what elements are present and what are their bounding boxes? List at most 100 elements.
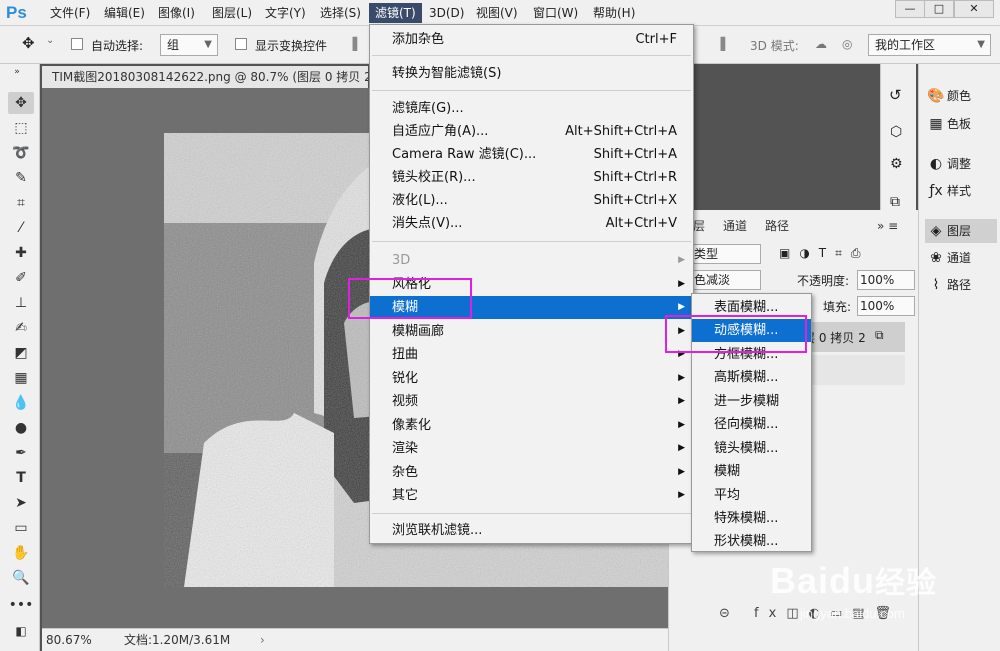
menu-edit[interactable]: 编辑(E) — [98, 3, 151, 23]
maximize-button[interactable]: □ — [924, 0, 954, 18]
document-tab[interactable]: TIM截图20180308142622.png @ 80.7% (图层 0 拷贝… — [42, 66, 368, 88]
zoom-level[interactable]: 80.67% — [46, 630, 92, 650]
tab-channels[interactable]: 通道 — [723, 214, 747, 238]
submenu-item-smart-blur[interactable]: 特殊模糊... — [692, 507, 811, 530]
history-icon[interactable]: ↺ — [889, 86, 902, 104]
opacity-input[interactable]: 100% — [857, 270, 915, 290]
workspace-value: 我的工作区 — [875, 38, 936, 52]
brush-tool-icon[interactable]: ✐ — [8, 267, 34, 289]
minimize-button[interactable]: — — [895, 0, 925, 18]
submenu-item-blur[interactable]: 模糊 — [692, 460, 811, 483]
layer-filter-icons[interactable]: ▣◑T⌗⎙ — [779, 246, 870, 261]
auto-select-checkbox[interactable] — [71, 38, 83, 50]
menu-item-browse-online-filters[interactable]: 浏览联机滤镜... — [370, 519, 693, 542]
clone-source-icon[interactable]: ⧉ — [890, 194, 900, 210]
panel-layers[interactable]: ◈ 图层 — [925, 219, 997, 243]
rectangle-tool-icon[interactable]: ▭ — [8, 517, 34, 539]
tab-layers[interactable]: 层 — [693, 214, 705, 238]
healing-tool-icon[interactable]: ✚ — [8, 242, 34, 264]
menu-item-pixelate[interactable]: 像素化 ▶ — [370, 414, 693, 437]
marquee-tool-icon[interactable]: ⬚ — [8, 117, 34, 139]
color-swatch-icon[interactable]: ◧ — [8, 620, 34, 642]
auto-select-dropdown[interactable]: 组 ▼ — [160, 34, 218, 56]
close-button[interactable]: ✕ — [954, 0, 994, 18]
quick-select-tool-icon[interactable]: ✎ — [8, 167, 34, 189]
chevron-right-icon[interactable]: › — [260, 630, 265, 650]
menu-window[interactable]: 窗口(W) — [527, 3, 584, 23]
menu-item-add-noise[interactable]: 添加杂色 Ctrl+F — [370, 28, 693, 51]
panel-styles[interactable]: ƒx 样式 — [925, 179, 997, 203]
blur-tool-icon[interactable]: 💧 — [8, 392, 34, 414]
menu-item-noise[interactable]: 杂色 ▶ — [370, 461, 693, 484]
tab-paths[interactable]: 路径 — [765, 214, 789, 238]
menu-file[interactable]: 文件(F) — [44, 3, 96, 23]
align-icon[interactable]: ▐ — [348, 37, 357, 51]
panel-color[interactable]: 🎨 颜色 — [925, 84, 997, 108]
collapse-icon[interactable]: » — [4, 66, 30, 78]
crop-tool-icon[interactable]: ⌗ — [8, 192, 34, 214]
menu-item-liquify[interactable]: 液化(L)... Shift+Ctrl+X — [370, 189, 693, 212]
blend-mode-dropdown[interactable]: 色减淡 — [691, 270, 761, 290]
3d-roll-icon[interactable]: ◎ — [842, 37, 852, 51]
show-transform-checkbox[interactable] — [235, 38, 247, 50]
menu-item-blur-gallery[interactable]: 模糊画廊 ▶ — [370, 320, 693, 343]
distribute-icon[interactable]: ▐ — [716, 37, 725, 51]
menu-item-vanishing-point[interactable]: 消失点(V)... Alt+Ctrl+V — [370, 212, 693, 235]
dodge-tool-icon[interactable]: ● — [8, 417, 34, 439]
layer-name[interactable]: 层 0 拷贝 2 — [803, 329, 866, 346]
submenu-item-lens-blur[interactable]: 镜头模糊... — [692, 437, 811, 460]
menu-item-render[interactable]: 渲染 ▶ — [370, 437, 693, 460]
history-brush-tool-icon[interactable]: ✍ — [8, 317, 34, 339]
menu-item-3d[interactable]: 3D ▶ — [370, 249, 693, 272]
gradient-tool-icon[interactable]: ▦ — [8, 367, 34, 389]
panel-paths[interactable]: ⌇ 路径 — [925, 273, 997, 297]
panel-adjustments-label: 调整 — [947, 157, 972, 171]
menu-item-camera-raw[interactable]: Camera Raw 滤镜(C)... Shift+Ctrl+A — [370, 143, 693, 166]
eraser-tool-icon[interactable]: ◩ — [8, 342, 34, 364]
menu-filter[interactable]: 滤镜(T) — [369, 3, 422, 23]
menu-select[interactable]: 选择(S) — [314, 3, 367, 23]
hand-tool-icon[interactable]: ✋ — [8, 542, 34, 564]
menu-item-filter-gallery[interactable]: 滤镜库(G)... — [370, 97, 693, 120]
chevron-down-icon[interactable]: ⌄ — [46, 35, 54, 46]
eyedropper-tool-icon[interactable]: ⁄ — [8, 217, 34, 239]
3d-icon[interactable]: ⬡ — [890, 124, 902, 140]
lasso-tool-icon[interactable]: ➰ — [8, 142, 34, 164]
menu-item-label: 视频 — [392, 394, 419, 409]
panel-channels[interactable]: ❀ 通道 — [925, 246, 997, 270]
highlight-box-motion-blur — [665, 315, 807, 353]
properties-icon[interactable]: ⚙ — [890, 156, 903, 172]
move-tool-icon[interactable]: ✥ — [8, 92, 34, 114]
menu-type[interactable]: 文字(Y) — [259, 3, 312, 23]
menu-view[interactable]: 视图(V) — [470, 3, 524, 23]
panel-swatches[interactable]: ▦ 色板 — [925, 112, 997, 136]
fill-input[interactable]: 100% — [857, 296, 915, 316]
menu-item-video[interactable]: 视频 ▶ — [370, 390, 693, 413]
submenu-item-average[interactable]: 平均 — [692, 484, 811, 507]
menu-item-convert-smart-filter[interactable]: 转换为智能滤镜(S) — [370, 62, 693, 85]
move-tool-icon[interactable]: ✥ — [22, 34, 35, 52]
menu-help[interactable]: 帮助(H) — [587, 3, 641, 23]
panel-adjustments[interactable]: ◐ 调整 — [925, 152, 997, 176]
menu-image[interactable]: 图像(I) — [152, 3, 201, 23]
menu-item-adaptive-wide-angle[interactable]: 自适应广角(A)... Alt+Shift+Ctrl+A — [370, 120, 693, 143]
menu-3d[interactable]: 3D(D) — [423, 3, 470, 23]
menu-item-sharpen[interactable]: 锐化 ▶ — [370, 367, 693, 390]
panel-menu-icon[interactable]: » ≡ — [877, 214, 898, 238]
3d-orbit-icon[interactable]: ☁ — [815, 37, 827, 51]
layer-filter-dropdown[interactable]: 类型 — [691, 244, 761, 264]
submenu-item-gaussian-blur[interactable]: 高斯模糊... — [692, 366, 811, 389]
more-tools-icon[interactable]: ••• — [8, 594, 34, 616]
menu-item-distort[interactable]: 扭曲 ▶ — [370, 343, 693, 366]
type-tool-icon[interactable]: T — [8, 467, 34, 489]
workspace-dropdown[interactable]: 我的工作区 ▼ — [868, 34, 991, 56]
stamp-tool-icon[interactable]: ⊥ — [8, 292, 34, 314]
zoom-tool-icon[interactable]: 🔍 — [8, 567, 34, 589]
pen-tool-icon[interactable]: ✒ — [8, 442, 34, 464]
submenu-item-radial-blur[interactable]: 径向模糊... — [692, 413, 811, 436]
menu-item-other[interactable]: 其它 ▶ — [370, 484, 693, 507]
menu-layer[interactable]: 图层(L) — [206, 3, 258, 23]
menu-item-lens-correction[interactable]: 镜头校正(R)... Shift+Ctrl+R — [370, 166, 693, 189]
path-select-tool-icon[interactable]: ➤ — [8, 492, 34, 514]
submenu-item-blur-more[interactable]: 进一步模糊 — [692, 390, 811, 413]
